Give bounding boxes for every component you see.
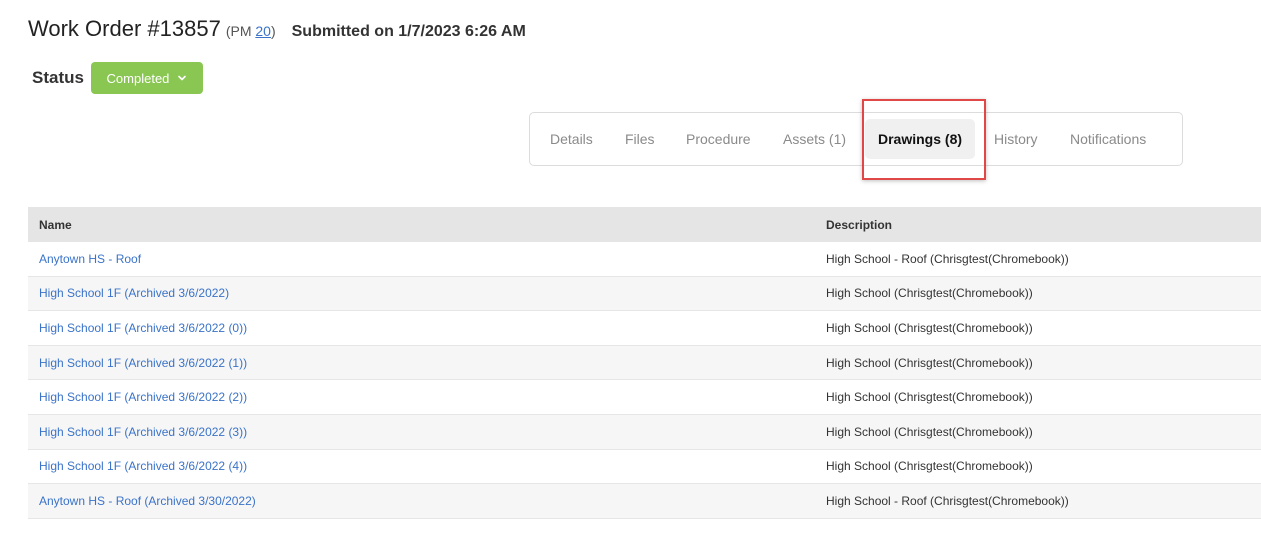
table-row: High School 1F (Archived 3/6/2022) High …: [28, 276, 1261, 312]
chevron-down-icon: [178, 75, 187, 81]
drawing-link[interactable]: Anytown HS - Roof (Archived 3/30/2022): [28, 494, 815, 508]
drawing-link[interactable]: High School 1F (Archived 3/6/2022 (4)): [28, 459, 815, 473]
drawing-description: High School - Roof (Chrisgtest(Chromeboo…: [826, 251, 1069, 266]
table-row: Anytown HS - Roof High School - Roof (Ch…: [28, 242, 1261, 277]
drawings-table: Name Description Anytown HS - Roof High …: [28, 207, 1261, 519]
drawing-description: High School (Chrisgtest(Chromebook)): [826, 390, 1033, 405]
pm-reference: (PM 20): [226, 23, 276, 39]
drawing-description: High School (Chrisgtest(Chromebook)): [826, 459, 1033, 474]
table-row: High School 1F (Archived 3/6/2022 (2)) H…: [28, 380, 1261, 415]
page-title: Work Order #13857: [28, 16, 221, 41]
table-body: Anytown HS - Roof High School - Roof (Ch…: [28, 242, 1261, 519]
column-header-name[interactable]: Name: [28, 218, 815, 232]
table-row: Anytown HS - Roof (Archived 3/30/2022) H…: [28, 484, 1261, 519]
tab-procedure[interactable]: Procedure: [686, 119, 751, 159]
drawing-link[interactable]: High School 1F (Archived 3/6/2022 (2)): [28, 390, 815, 404]
drawing-link[interactable]: High School 1F (Archived 3/6/2022 (1)): [28, 356, 815, 370]
drawing-description: High School (Chrisgtest(Chromebook)): [826, 286, 1033, 301]
table-row: High School 1F (Archived 3/6/2022 (4)) H…: [28, 450, 1261, 485]
status-dropdown[interactable]: Completed: [90, 62, 203, 94]
drawing-description: High School - Roof (Chrisgtest(Chromeboo…: [826, 493, 1069, 508]
drawing-link[interactable]: High School 1F (Archived 3/6/2022): [28, 286, 815, 300]
pm-suffix: ): [270, 23, 276, 39]
tab-bar: Details Files Procedure Assets (1) Drawi…: [529, 112, 1183, 166]
tab-details[interactable]: Details: [550, 119, 593, 159]
pm-link[interactable]: 20: [255, 23, 271, 39]
page-header: Work Order #13857 (PM 20) Submitted on 1…: [28, 16, 526, 46]
tab-history[interactable]: History: [994, 119, 1038, 159]
drawing-link[interactable]: High School 1F (Archived 3/6/2022 (3)): [28, 425, 815, 439]
tab-assets[interactable]: Assets (1): [783, 119, 846, 159]
submitted-timestamp: Submitted on 1/7/2023 6:26 AM: [291, 23, 526, 40]
drawing-link[interactable]: High School 1F (Archived 3/6/2022 (0)): [28, 321, 815, 335]
drawing-link[interactable]: Anytown HS - Roof: [28, 252, 815, 266]
drawing-description: High School (Chrisgtest(Chromebook)): [826, 320, 1033, 335]
table-row: High School 1F (Archived 3/6/2022 (1)) H…: [28, 345, 1261, 381]
status-section: Status Completed: [32, 62, 203, 94]
tab-notifications[interactable]: Notifications: [1070, 119, 1146, 159]
drawing-description: High School (Chrisgtest(Chromebook)): [826, 355, 1033, 370]
column-header-description[interactable]: Description: [815, 218, 1261, 232]
table-header: Name Description: [28, 207, 1261, 242]
pm-prefix: (PM: [225, 23, 256, 39]
highlight-box: [862, 99, 986, 180]
table-row: High School 1F (Archived 3/6/2022 (0)) H…: [28, 311, 1261, 346]
status-label: Status: [32, 68, 84, 87]
table-row: High School 1F (Archived 3/6/2022 (3)) H…: [28, 414, 1261, 450]
drawing-description: High School (Chrisgtest(Chromebook)): [826, 424, 1033, 439]
status-value: Completed: [106, 70, 170, 86]
tab-files[interactable]: Files: [625, 119, 655, 159]
